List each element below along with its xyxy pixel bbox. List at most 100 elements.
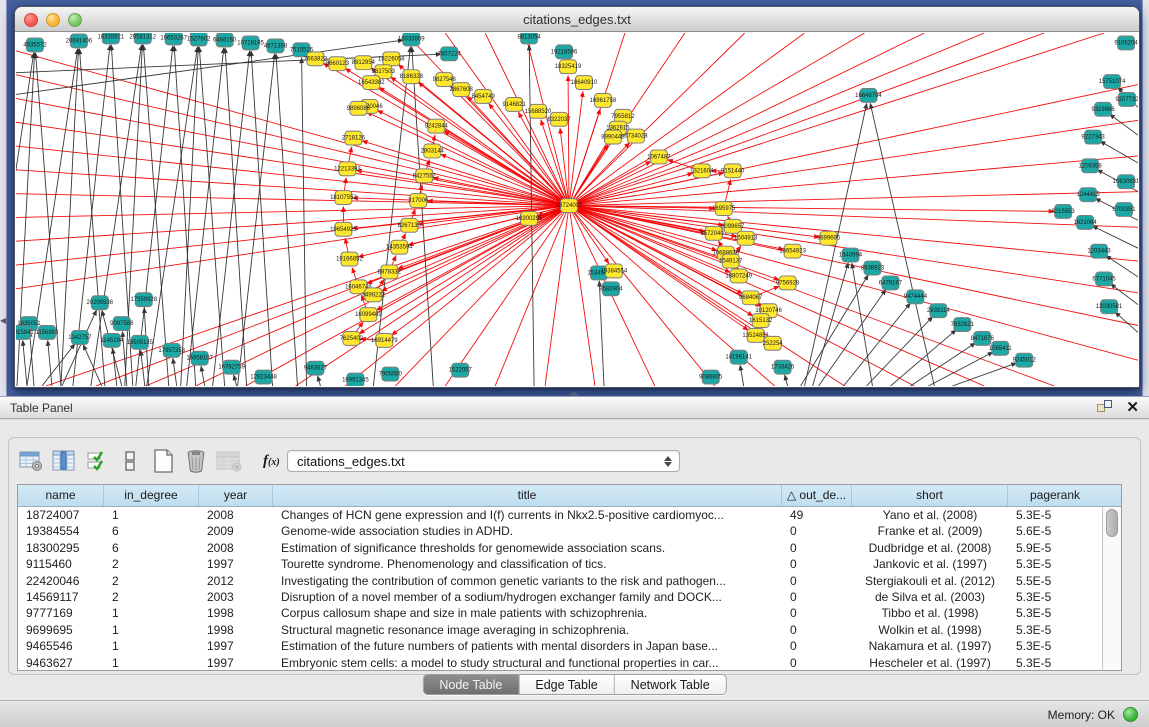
cell-in_degree[interactable]: 6 xyxy=(104,523,199,539)
close-panel-icon[interactable]: ✕ xyxy=(1126,400,1139,415)
graph-node[interactable]: 7905080 xyxy=(379,367,403,381)
cell-name[interactable]: 9463627 xyxy=(18,655,104,671)
graph-node[interactable]: 9684067 xyxy=(739,291,763,305)
graph-node[interactable]: 8427552 xyxy=(413,169,437,183)
cell-year[interactable]: 1997 xyxy=(199,655,273,671)
cell-title[interactable]: Estimation of the future numbers of pati… xyxy=(273,638,782,654)
graph-node[interactable]: 16335921 xyxy=(98,33,125,44)
right-splitter-strip[interactable] xyxy=(1142,0,1149,396)
cell-year[interactable]: 2003 xyxy=(199,589,273,605)
graph-node[interactable]: 9086805 xyxy=(699,370,723,384)
graph-node[interactable]: 1504913 xyxy=(734,231,758,245)
cell-in_degree[interactable]: 2 xyxy=(104,589,199,605)
cell-in_degree[interactable]: 2 xyxy=(104,556,199,572)
graph-node[interactable]: 1067487 xyxy=(647,150,671,164)
graph-node[interactable]: 1695975 xyxy=(712,202,736,216)
graph-node[interactable]: 12030581 xyxy=(1096,300,1123,314)
cell-year[interactable]: 2012 xyxy=(199,573,273,589)
graph-node[interactable]: 6479197 xyxy=(879,276,903,290)
graph-node[interactable]: 2867608 xyxy=(450,83,474,97)
cell-title[interactable]: Structural magnetic resonance image aver… xyxy=(273,622,782,638)
cell-short[interactable]: Wolkin et al. (1998) xyxy=(852,622,1008,638)
graph-node[interactable]: 8878332 xyxy=(378,265,402,279)
graph-node[interactable]: 1640994 xyxy=(839,248,863,262)
column-header-out_de[interactable]: △ out_de... xyxy=(782,485,852,506)
graph-node[interactable]: 8186328 xyxy=(400,70,424,84)
cell-year[interactable]: 2008 xyxy=(199,540,273,556)
cell-out_de[interactable]: 0 xyxy=(782,638,852,654)
cell-pagerank[interactable]: 5.6E-5 xyxy=(1008,523,1102,539)
graph-node[interactable]: 8267130 xyxy=(398,218,422,232)
graph-node[interactable]: 18807249 xyxy=(725,269,752,283)
collapse-left-arrow[interactable]: ◀ xyxy=(0,316,6,325)
graph-node[interactable]: 8990448 xyxy=(601,130,625,144)
cell-title[interactable]: Tourette syndrome. Phenomenology and cla… xyxy=(273,556,782,572)
cell-pagerank[interactable]: 5.5E-5 xyxy=(1008,573,1102,589)
graph-node[interactable]: 1733426 xyxy=(771,360,795,374)
graph-node[interactable]: 13654923 xyxy=(779,244,806,258)
graph-node[interactable]: 3498222 xyxy=(362,288,386,302)
graph-node[interactable]: 18107552 xyxy=(330,191,357,205)
graph-node[interactable]: 15751074 xyxy=(1099,75,1126,89)
graph-node[interactable]: 1244415 xyxy=(1076,188,1100,202)
table-vertical-scrollbar[interactable] xyxy=(1102,507,1121,670)
graph-node[interactable]: 4671358 xyxy=(264,39,288,53)
graph-node[interactable]: 8583904 xyxy=(599,282,623,296)
cell-short[interactable]: Yano et al. (2008) xyxy=(852,507,1008,523)
graph-node[interactable]: 19218596 xyxy=(551,45,578,59)
cell-title[interactable]: Disruption of a novel member of a sodium… xyxy=(273,589,782,605)
cell-out_de[interactable]: 0 xyxy=(782,540,852,556)
graph-node[interactable]: 6700351 xyxy=(1112,203,1136,217)
graph-node[interactable]: 8215953 xyxy=(1052,205,1076,219)
edit-columns-icon[interactable] xyxy=(51,448,77,474)
graph-node[interactable]: 10653267 xyxy=(160,33,187,45)
cell-name[interactable]: 9115460 xyxy=(18,556,104,572)
graph-node[interactable]: 9474444 xyxy=(904,290,928,304)
cell-name[interactable]: 22420046 xyxy=(18,573,104,589)
graph-node[interactable]: 18640910 xyxy=(571,76,598,90)
tab-edge-table[interactable]: Edge Table xyxy=(519,675,614,694)
graph-node[interactable]: 1549137 xyxy=(719,254,743,268)
column-header-pagerank[interactable]: pagerank xyxy=(1008,485,1102,506)
graph-node[interactable]: 19654925 xyxy=(330,222,357,236)
table-settings-icon[interactable] xyxy=(18,448,44,474)
delete-columns-icon[interactable] xyxy=(183,448,209,474)
cell-title[interactable]: Changes of HCN gene expression and I(f) … xyxy=(273,507,782,523)
cell-in_degree[interactable]: 1 xyxy=(104,507,199,523)
cell-name[interactable]: 18300295 xyxy=(18,540,104,556)
cell-out_de[interactable]: 0 xyxy=(782,523,852,539)
cell-out_de[interactable]: 0 xyxy=(782,556,852,572)
table-row[interactable]: 1938455462009Genome-wide association stu… xyxy=(18,523,1121,539)
graph-node[interactable]: 9756928 xyxy=(776,276,800,290)
graph-node[interactable]: 20206536 xyxy=(87,296,114,310)
cell-in_degree[interactable]: 1 xyxy=(104,605,199,621)
graph-node[interactable]: 9245012 xyxy=(1013,353,1037,367)
cell-in_degree[interactable]: 1 xyxy=(104,638,199,654)
cell-title[interactable]: Investigating the contribution of common… xyxy=(273,573,782,589)
cell-in_degree[interactable]: 6 xyxy=(104,540,199,556)
table-row[interactable]: 911546021997Tourette syndrome. Phenomeno… xyxy=(18,556,1121,572)
window-titlebar[interactable]: citations_edges.txt xyxy=(15,7,1139,32)
table-row[interactable]: 977716911998Corpus callosum shape and si… xyxy=(18,605,1121,621)
graph-node[interactable]: 6466160 xyxy=(213,33,237,47)
graph-node[interactable]: 9146821 xyxy=(502,97,526,111)
graph-node[interactable]: 1145194 xyxy=(100,333,124,347)
graph-node[interactable]: 6734028 xyxy=(624,129,648,143)
graph-node[interactable]: 16991345 xyxy=(342,373,369,386)
graph-node[interactable]: 2803144 xyxy=(421,144,445,158)
graph-node[interactable]: 20581312 xyxy=(129,33,156,44)
table-row[interactable]: 946554611997Estimation of the future num… xyxy=(18,638,1121,654)
graph-node[interactable]: 16961758 xyxy=(590,93,617,107)
function-builder-icon[interactable]: f(x) xyxy=(263,453,280,470)
cell-title[interactable]: Corpus callosum shape and size in male p… xyxy=(273,605,782,621)
table-row[interactable]: 1830029562008Estimation of significance … xyxy=(18,540,1121,556)
graph-node[interactable]: 8471676 xyxy=(971,331,995,345)
table-row[interactable]: 1456911722003Disruption of a novel membe… xyxy=(18,589,1121,605)
cell-title[interactable]: Embryonic stem cells: a model to study s… xyxy=(273,655,782,671)
tab-network-table[interactable]: Network Table xyxy=(615,675,726,694)
cell-pagerank[interactable]: 5.3E-5 xyxy=(1008,556,1102,572)
graph-node[interactable]: 9699695 xyxy=(817,231,841,245)
cell-out_de[interactable]: 49 xyxy=(782,507,852,523)
cell-out_de[interactable]: 0 xyxy=(782,622,852,638)
cell-short[interactable]: Hescheler et al. (1997) xyxy=(852,655,1008,671)
